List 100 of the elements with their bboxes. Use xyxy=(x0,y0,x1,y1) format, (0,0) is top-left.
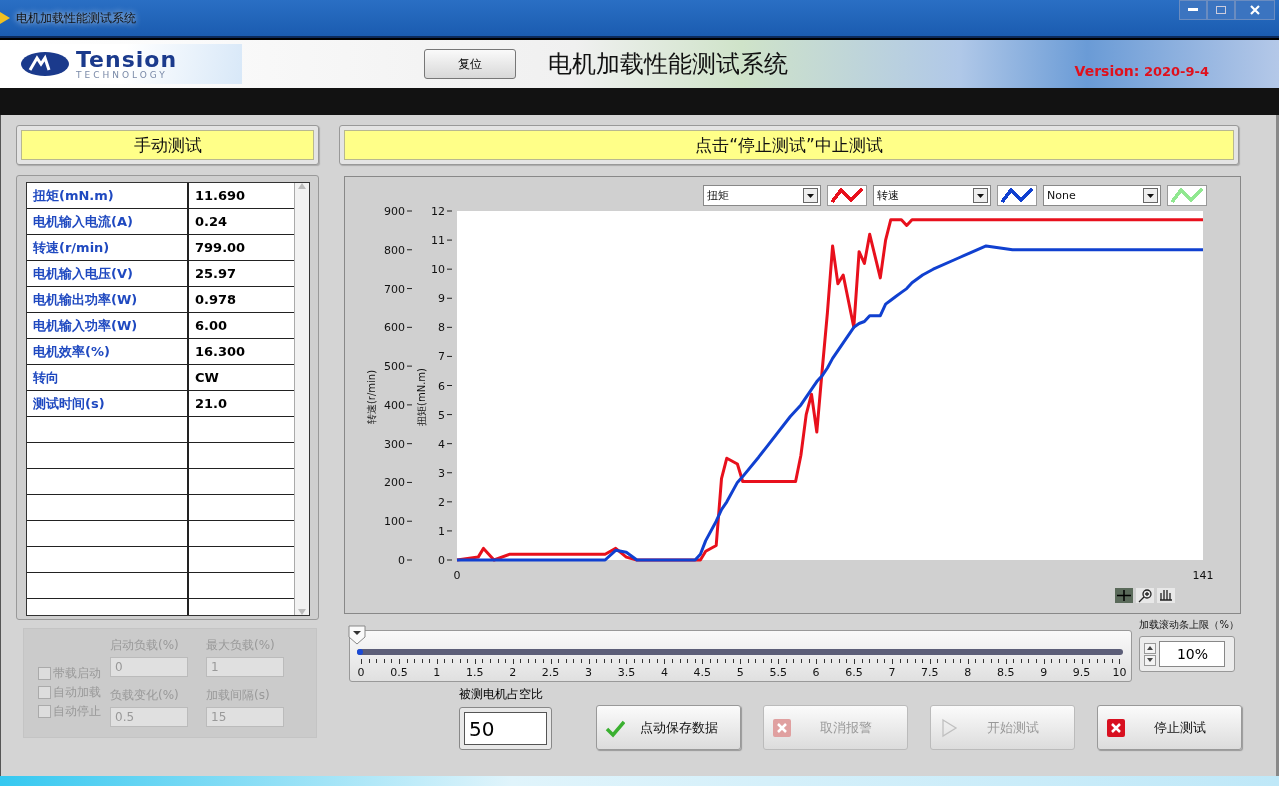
axis-tick-label: 600 xyxy=(384,321,405,335)
table-cell: 电机输入电流(A) xyxy=(27,209,189,235)
cursor-tool-icon[interactable] xyxy=(1115,588,1133,603)
tick-mark xyxy=(634,659,636,663)
close-button[interactable] xyxy=(1235,0,1275,20)
down-arrow-icon xyxy=(1147,658,1154,662)
numeric-control[interactable]: 10% xyxy=(1139,636,1236,672)
decrement-button[interactable] xyxy=(1144,654,1157,666)
table-cell: 25.97 xyxy=(189,261,294,287)
slider-tick-label: 10 xyxy=(1112,666,1127,679)
tick-mark xyxy=(990,659,992,663)
slider-tick-label: 7 xyxy=(888,666,896,679)
slider-tick-label: 1.5 xyxy=(466,666,484,679)
tick-mark xyxy=(846,659,848,663)
tick-mark xyxy=(1096,659,1098,663)
axis-tick-label: 6 xyxy=(438,379,445,393)
reset-button[interactable]: 复位 xyxy=(424,49,516,79)
slider-tick-label: 6.5 xyxy=(845,666,863,679)
maximize-icon xyxy=(1216,6,1226,14)
axis-title: 扭矩(mN.m) xyxy=(416,368,427,426)
axis-tick-label: 4 xyxy=(438,437,445,451)
slider-thumb[interactable] xyxy=(348,625,366,645)
tick-mark xyxy=(808,659,810,663)
tick-mark xyxy=(1119,659,1121,664)
slider-tick-label: 3.5 xyxy=(617,666,636,679)
tick-mark xyxy=(520,659,522,663)
tick-mark xyxy=(641,659,643,663)
header-banner: 手动测试 xyxy=(21,130,314,160)
axis-tick-label: 0 xyxy=(453,569,461,582)
tick-mark xyxy=(1020,659,1022,663)
tick-mark xyxy=(565,659,567,663)
tick-mark xyxy=(626,659,628,664)
cross-icon xyxy=(772,717,792,738)
axis-tick-label: 141 xyxy=(1192,569,1214,582)
tick-mark xyxy=(952,659,954,663)
tick-mark xyxy=(694,659,696,663)
tick-mark xyxy=(414,659,416,663)
table-cell: 转速(r/min) xyxy=(27,235,189,261)
axis-tick-label: 500 xyxy=(384,360,405,374)
tick-mark xyxy=(945,659,947,663)
field-label: 被测电机占空比 xyxy=(459,686,543,703)
table-cell: 799.00 xyxy=(189,235,294,261)
tick-mark xyxy=(869,659,871,663)
tick-mark xyxy=(1066,659,1068,663)
tick-mark xyxy=(899,659,901,663)
axis-tick-label: 0 xyxy=(438,554,445,567)
tick-mark xyxy=(649,659,651,663)
axis-title: 转速(r/min) xyxy=(366,369,377,425)
input-field[interactable]: 50 xyxy=(459,707,552,750)
tick-mark xyxy=(998,659,1000,663)
plot-dropdown[interactable]: None xyxy=(1043,185,1161,206)
version-label: Version: xyxy=(1074,63,1140,79)
tick-mark xyxy=(922,659,924,663)
tick-mark xyxy=(717,659,719,663)
tick-mark xyxy=(603,659,605,663)
tick-mark xyxy=(1089,659,1091,663)
table-cell: 6.00 xyxy=(189,313,294,339)
tick-mark xyxy=(770,659,772,663)
axis-tick-label: 12 xyxy=(431,207,445,218)
tick-mark xyxy=(482,659,484,663)
close-icon xyxy=(1250,5,1260,15)
tick-mark xyxy=(785,659,787,663)
slider-tick-label: 2.5 xyxy=(541,666,560,679)
tick-mark xyxy=(914,659,916,663)
slider-tick-label: 5.5 xyxy=(769,666,787,679)
input-field[interactable]: 10% xyxy=(1159,641,1226,667)
slider-tick-label: 9.5 xyxy=(1072,666,1091,679)
plot-dropdown[interactable]: 转速 xyxy=(873,185,991,206)
axis-tick-label: 1 xyxy=(438,524,445,538)
tick-mark xyxy=(907,659,909,663)
axis-tick-label: 400 xyxy=(384,398,405,412)
tick-mark xyxy=(497,659,499,663)
up-arrow-icon xyxy=(1147,646,1154,650)
axis-tick-label: 100 xyxy=(384,515,405,529)
tick-mark xyxy=(1028,659,1030,663)
slider-tick-label: 4 xyxy=(660,666,668,679)
zoom-icon[interactable] xyxy=(1136,588,1154,603)
increment-button[interactable] xyxy=(1144,642,1157,654)
play-icon xyxy=(939,717,959,738)
tick-mark xyxy=(535,659,537,663)
slider-tick-label: 4.5 xyxy=(693,666,712,679)
logo-mark-icon xyxy=(20,51,70,77)
action-button[interactable]: 停止测试 xyxy=(1097,705,1242,750)
tick-mark xyxy=(558,659,560,663)
table-cell: 扭矩(mN.m) xyxy=(27,183,189,209)
maximize-button[interactable] xyxy=(1207,0,1235,20)
minimize-button[interactable] xyxy=(1179,0,1207,20)
tick-mark xyxy=(429,659,431,663)
plot-dropdown[interactable]: 扭矩 xyxy=(703,185,821,206)
tick-mark xyxy=(732,659,734,663)
tick-mark xyxy=(1073,659,1075,663)
axis-tick-label: 300 xyxy=(384,437,405,451)
tick-mark xyxy=(467,659,469,663)
table-cell: 电机效率(%) xyxy=(27,339,189,365)
tick-mark xyxy=(573,659,575,663)
action-button[interactable]: 点动保存数据 xyxy=(596,705,741,750)
table-cell: 测试时间(s) xyxy=(27,391,189,417)
version-text: 2020-9-4 xyxy=(1143,64,1209,79)
slider-tick-label: 0.5 xyxy=(390,666,408,679)
tick-mark xyxy=(1051,659,1053,663)
